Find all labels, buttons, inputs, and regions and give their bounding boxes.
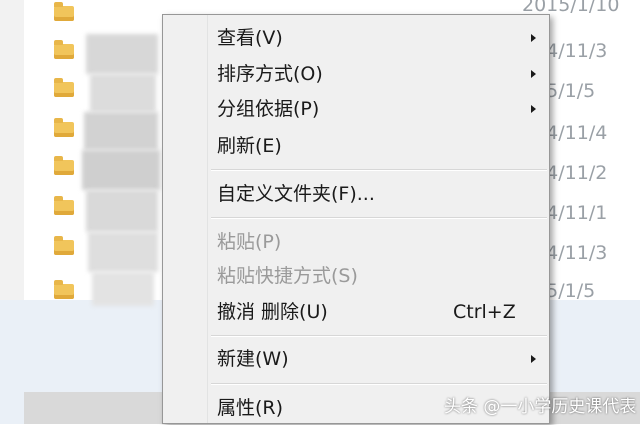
menu-item-customize-folder[interactable]: 自定义文件夹(F)... <box>163 177 549 211</box>
blurred-filename <box>86 190 158 232</box>
menu-separator <box>211 335 547 337</box>
folder-icon[interactable] <box>54 280 74 299</box>
menu-item-paste[interactable]: 粘贴(P) <box>163 225 549 259</box>
menu-item-refresh[interactable]: 刷新(E) <box>163 129 549 163</box>
menu-item-sort-by[interactable]: 排序方式(O) <box>163 57 549 91</box>
blurred-filename <box>88 232 158 272</box>
menu-item-label: 属性(R) <box>217 397 284 419</box>
blurred-filename <box>86 34 158 74</box>
menu-item-label: 撤消 删除(U) <box>217 301 328 323</box>
menu-item-label: 刷新(E) <box>217 135 282 157</box>
blurred-filename <box>82 150 160 190</box>
menu-item-label: 排序方式(O) <box>217 63 323 85</box>
context-menu: 查看(V) 排序方式(O) 分组依据(P) 刷新(E) 自定义文件夹(F)...… <box>162 14 550 424</box>
submenu-arrow-icon <box>531 34 536 42</box>
folder-icon[interactable] <box>54 236 74 255</box>
menu-item-label: 分组依据(P) <box>217 98 320 120</box>
folder-icon[interactable] <box>54 78 74 97</box>
menu-separator <box>211 169 547 171</box>
menu-item-new[interactable]: 新建(W) <box>163 342 549 376</box>
folder-icon[interactable] <box>54 156 74 175</box>
menu-item-view[interactable]: 查看(V) <box>163 21 549 55</box>
folder-icon[interactable] <box>54 118 74 137</box>
folder-icon[interactable] <box>54 40 74 59</box>
submenu-arrow-icon <box>531 105 536 113</box>
menu-item-paste-shortcut[interactable]: 粘贴快捷方式(S) <box>163 259 549 293</box>
blurred-filename <box>84 112 158 150</box>
keyboard-shortcut: Ctrl+Z <box>453 301 516 323</box>
watermark: 头条 @一小学历史课代表 <box>444 397 637 417</box>
blurred-filename <box>90 74 156 112</box>
blurred-filename <box>92 272 154 306</box>
menu-item-label: 新建(W) <box>217 348 289 370</box>
submenu-arrow-icon <box>531 355 536 363</box>
menu-item-label: 粘贴(P) <box>217 231 282 253</box>
menu-item-label: 粘贴快捷方式(S) <box>217 265 358 287</box>
menu-item-label: 自定义文件夹(F)... <box>217 183 375 205</box>
menu-item-group-by[interactable]: 分组依据(P) <box>163 92 549 126</box>
submenu-arrow-icon <box>531 70 536 78</box>
menu-item-label: 查看(V) <box>217 27 283 49</box>
folder-icon[interactable] <box>54 2 74 21</box>
menu-separator <box>211 217 547 219</box>
menu-separator <box>211 383 547 385</box>
folder-icon[interactable] <box>54 196 74 215</box>
menu-item-undo-delete[interactable]: 撤消 删除(U) Ctrl+Z <box>163 295 549 329</box>
